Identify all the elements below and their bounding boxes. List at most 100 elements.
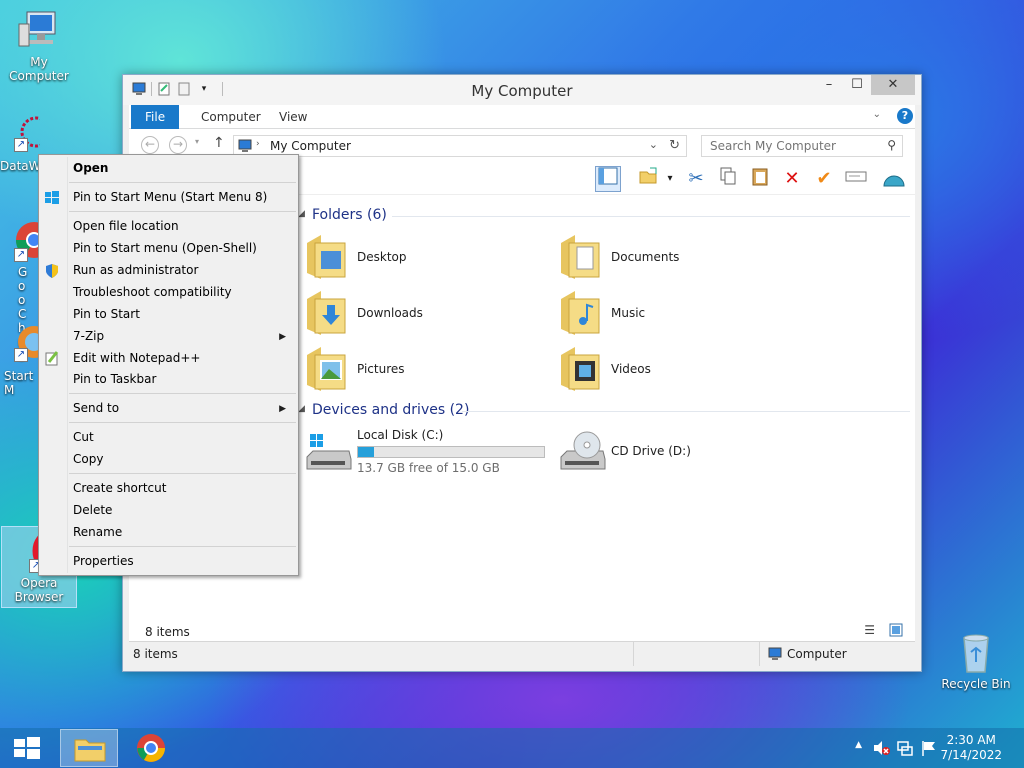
menu-item-pin-start-open-shell[interactable]: Pin to Start menu (Open-Shell) [73, 241, 257, 255]
item-label: Desktop [357, 250, 407, 264]
drive-usage-fill [358, 446, 375, 457]
network-icon[interactable] [896, 739, 914, 760]
refresh-icon[interactable]: ↻ [669, 138, 680, 153]
item-label: Music [611, 306, 646, 320]
tab-computer[interactable]: Computer [187, 105, 275, 129]
drive-item-d[interactable]: CD Drive (D:) [559, 427, 691, 475]
datawrapper-icon: ↗ [0, 112, 40, 156]
desktop-icon-my-computer[interactable]: My Computer [1, 8, 77, 83]
desktop-folder-icon [305, 233, 347, 281]
item-label: Videos [611, 362, 651, 376]
folder-item-downloads[interactable]: Downloads [305, 287, 423, 339]
menu-item-pin-to-start[interactable]: Pin to Start [73, 307, 140, 321]
group-header-folders[interactable]: ◢ Folders (6) [298, 207, 910, 223]
search-input[interactable] [702, 136, 872, 156]
chevron-right-icon[interactable]: › [256, 139, 260, 149]
chrome-icon [137, 734, 165, 762]
shortcut-arrow-icon: ↗ [14, 348, 28, 362]
rename-icon[interactable] [843, 166, 869, 192]
show-hidden-icons[interactable]: ▲ [855, 740, 862, 750]
address-bar[interactable]: › My Computer ⌄ ↻ [233, 135, 687, 157]
menu-item-delete[interactable]: Delete [73, 503, 112, 517]
menu-item-copy[interactable]: Copy [73, 452, 103, 466]
status-location: Computer [787, 647, 847, 661]
tab-file[interactable]: File [131, 105, 180, 129]
back-button[interactable]: ← [141, 136, 159, 154]
menu-item-send-to[interactable]: Send to [73, 401, 119, 415]
help-icon[interactable]: ? [897, 108, 913, 124]
chevron-down-icon[interactable]: ▾ [657, 166, 683, 192]
item-label: Documents [611, 250, 680, 264]
menu-item-create-shortcut[interactable]: Create shortcut [73, 481, 166, 495]
notepadpp-icon [44, 350, 60, 366]
shell-icon[interactable] [881, 166, 907, 192]
desktop-icon-label: Start M [4, 369, 34, 397]
desktop-icon-recycle-bin[interactable]: Recycle Bin [938, 630, 1014, 691]
select-all-icon[interactable]: ✔ [811, 166, 837, 192]
action-center-flag-icon[interactable] [920, 739, 938, 760]
group-header-devices[interactable]: ◢ Devices and drives (2) [298, 402, 910, 418]
maximize-button[interactable]: ☐ [843, 75, 871, 95]
recent-locations-icon[interactable]: ▾ [195, 137, 199, 146]
menu-item-open-file-location[interactable]: Open file location [73, 219, 179, 233]
submenu-arrow-icon: ▶ [279, 332, 286, 342]
desktop-icon-start-menu[interactable]: ↗ Start M [0, 322, 40, 397]
up-button[interactable]: ↑ [213, 135, 225, 151]
submenu-arrow-icon: ▶ [279, 404, 286, 414]
ribbon-tabs: File Computer View ⌄ ? [129, 105, 915, 129]
drive-item-c[interactable]: Local Disk (C:) 13.7 GB free of 15.0 GB [305, 427, 545, 475]
drive-usage-bar [357, 445, 545, 458]
folder-item-videos[interactable]: Videos [559, 343, 651, 395]
computer-icon [767, 646, 783, 665]
minimize-button[interactable]: – [815, 75, 843, 95]
folder-item-desktop[interactable]: Desktop [305, 231, 407, 283]
chevron-down-icon[interactable]: ⌄ [649, 138, 658, 151]
cut-icon[interactable]: ✂ [683, 166, 709, 192]
collapse-arrow-icon[interactable]: ◢ [298, 404, 305, 414]
pictures-folder-icon [305, 345, 347, 393]
tab-view[interactable]: View [265, 105, 321, 129]
search-icon[interactable]: ⚲ [887, 138, 896, 152]
folder-item-documents[interactable]: Documents [559, 231, 679, 283]
taskbar-file-explorer[interactable] [60, 729, 118, 767]
chrome-icon: ↗ [0, 218, 40, 262]
desktop-icon-label: My Computer [9, 55, 69, 83]
menu-item-pin-to-taskbar[interactable]: Pin to Taskbar [73, 372, 156, 386]
close-button[interactable]: ✕ [871, 75, 915, 95]
details-view-icon[interactable]: ☰ [864, 623, 875, 637]
forward-button[interactable]: → [169, 136, 187, 154]
menu-item-run-as-admin[interactable]: Run as administrator [73, 263, 198, 277]
menu-item-properties[interactable]: Properties [73, 554, 134, 568]
collapse-arrow-icon[interactable]: ◢ [298, 209, 305, 219]
folder-item-pictures[interactable]: Pictures [305, 343, 405, 395]
windows-logo-icon [44, 190, 60, 206]
desktop-icon-dataw[interactable]: ↗ DataW [0, 112, 40, 173]
menu-item-rename[interactable]: Rename [73, 525, 122, 539]
volume-muted-icon[interactable] [872, 739, 890, 760]
menu-item-troubleshoot[interactable]: Troubleshoot compatibility [73, 285, 232, 299]
copy-icon[interactable] [715, 166, 741, 192]
file-explorer-icon [74, 736, 106, 765]
large-icons-view-icon[interactable] [889, 623, 903, 640]
menu-item-cut[interactable]: Cut [73, 430, 94, 444]
taskbar-chrome[interactable] [136, 733, 166, 766]
menu-item-open[interactable]: Open [73, 161, 108, 175]
menu-item-pin-start-menu-8[interactable]: Pin to Start Menu (Start Menu 8) [73, 190, 267, 204]
search-box[interactable]: ⚲ [701, 135, 903, 157]
clock[interactable]: 2:30 AM 7/14/2022 [940, 733, 1002, 763]
chevron-down-icon[interactable]: ⌄ [873, 109, 881, 120]
paste-icon[interactable] [747, 166, 773, 192]
videos-folder-icon [559, 345, 601, 393]
preview-pane-icon[interactable] [595, 166, 621, 192]
start-button[interactable] [14, 737, 40, 762]
folder-item-music[interactable]: Music [559, 287, 645, 339]
title-bar[interactable]: ▾ My Computer – ☐ ✕ [123, 75, 921, 105]
shortcut-arrow-icon: ↗ [14, 138, 28, 152]
menu-item-edit-notepadpp[interactable]: Edit with Notepad++ [73, 351, 200, 365]
documents-folder-icon [559, 233, 601, 281]
item-label: Downloads [357, 306, 423, 320]
delete-icon[interactable]: ✕ [779, 166, 805, 192]
menu-item-7zip[interactable]: 7-Zip [73, 329, 104, 343]
start-menu-icon: ↗ [0, 322, 40, 366]
window-title: My Computer [471, 82, 573, 100]
